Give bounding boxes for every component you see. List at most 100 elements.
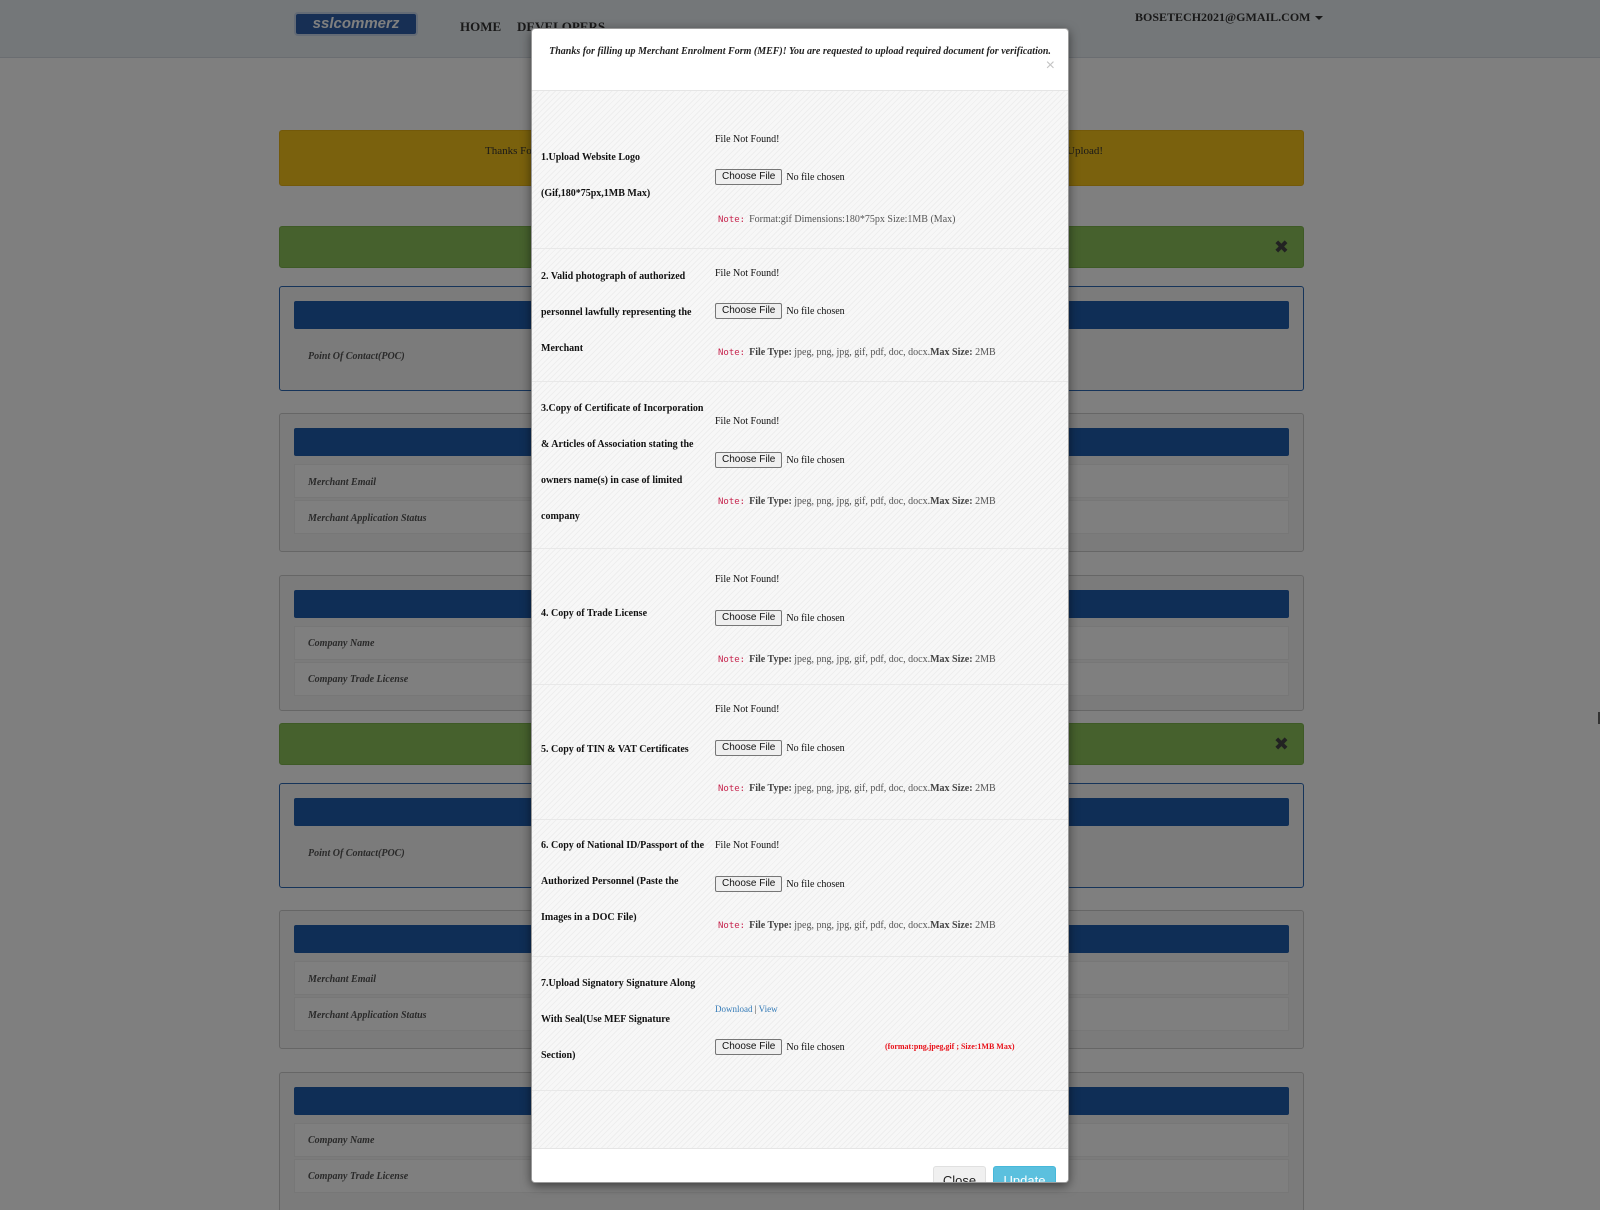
- max-size: 2MB: [975, 920, 996, 931]
- max-size-label: Max Size:: [930, 654, 973, 665]
- label-line: 1.Upload Website Logo: [541, 152, 640, 163]
- document-label: 3.Copy of Certificate of Incorporation &…: [541, 391, 711, 535]
- modal-footer: Close Update: [532, 1148, 1068, 1182]
- upload-row-incorporation-certificate: 3.Copy of Certificate of Incorporation &…: [532, 382, 1068, 549]
- label-line: 3.Copy of Certificate of Incorporation: [541, 403, 704, 414]
- file-note: Note: File Type: jpeg, png, jpg, gif, pdf…: [718, 347, 996, 358]
- file-input[interactable]: Choose File No file chosen: [715, 303, 845, 319]
- file-input[interactable]: Choose File No file chosen: [715, 169, 845, 185]
- file-status: File Not Found!: [715, 416, 780, 427]
- no-file-text: No file chosen: [786, 454, 845, 466]
- file-status: File Not Found!: [715, 134, 780, 145]
- document-label: 1.Upload Website Logo (Gif,180*75px,1MB …: [541, 140, 711, 212]
- label-line: 6. Copy of National ID/Passport of the: [541, 840, 705, 851]
- file-status: File Not Found!: [715, 268, 780, 279]
- label-line: company: [541, 511, 580, 522]
- file-type-label: File Type:: [749, 654, 792, 665]
- max-size: 2MB: [975, 654, 996, 665]
- document-label: 2. Valid photograph of authorized person…: [541, 259, 711, 367]
- file-type-label: File Type:: [749, 920, 792, 931]
- upload-row-authorized-photo: 2. Valid photograph of authorized person…: [532, 249, 1068, 382]
- choose-file-button[interactable]: Choose File: [715, 740, 783, 756]
- document-label: 6. Copy of National ID/Passport of the A…: [541, 828, 711, 936]
- file-input[interactable]: Choose File No file chosen: [715, 740, 845, 756]
- note-tag: Note:: [718, 348, 746, 358]
- file-status: File Not Found!: [715, 704, 780, 715]
- max-size: 2MB: [975, 783, 996, 794]
- download-link[interactable]: Download: [715, 1004, 753, 1014]
- upload-row-trade-license: 4. Copy of Trade License File Not Found!…: [532, 549, 1068, 685]
- note-tag: Note:: [718, 784, 746, 794]
- file-input[interactable]: Choose File No file chosen: [715, 1039, 845, 1055]
- file-input[interactable]: Choose File No file chosen: [715, 610, 845, 626]
- modal-body[interactable]: 1.Upload Website Logo (Gif,180*75px,1MB …: [532, 90, 1068, 1148]
- file-note: Note: File Type: jpeg, png, jpg, gif, pdf…: [718, 783, 996, 794]
- file-status: File Not Found!: [715, 574, 780, 585]
- file-type-label: File Type:: [749, 496, 792, 507]
- document-label: 4. Copy of Trade License: [541, 596, 711, 632]
- upload-row-tin-vat: 5. Copy of TIN & VAT Certificates File N…: [532, 685, 1068, 820]
- choose-file-button[interactable]: Choose File: [715, 1039, 783, 1055]
- file-types: jpeg, png, jpg, gif, pdf, doc, docx.: [794, 783, 931, 794]
- file-note: Note: File Type: jpeg, png, jpg, gif, pdf…: [718, 496, 996, 507]
- label-line: & Articles of Association stating the: [541, 439, 694, 450]
- upload-row-national-id: 6. Copy of National ID/Passport of the A…: [532, 820, 1068, 957]
- modal-header: Thanks for filling up Merchant Enrolment…: [532, 29, 1068, 90]
- note-tag: Note:: [718, 655, 746, 665]
- file-types: jpeg, png, jpg, gif, pdf, doc, docx.: [794, 496, 931, 507]
- label-line: 5. Copy of TIN & VAT Certificates: [541, 744, 689, 755]
- modal-title: Thanks for filling up Merchant Enrolment…: [549, 46, 1051, 57]
- max-size-label: Max Size:: [930, 496, 973, 507]
- close-icon[interactable]: ×: [1046, 57, 1055, 75]
- choose-file-button[interactable]: Choose File: [715, 169, 783, 185]
- file-note: Note: Format:gif Dimensions:180*75px Size…: [718, 214, 955, 225]
- choose-file-button[interactable]: Choose File: [715, 452, 783, 468]
- file-input[interactable]: Choose File No file chosen: [715, 452, 845, 468]
- file-note: Note: File Type: jpeg, png, jpg, gif, pdf…: [718, 920, 996, 931]
- max-size-label: Max Size:: [930, 783, 973, 794]
- label-line: 7.Upload Signatory Signature Along: [541, 978, 696, 989]
- no-file-text: No file chosen: [786, 742, 845, 754]
- note-tag: Note:: [718, 497, 746, 507]
- note-text: Format:gif Dimensions:180*75px Size:1MB …: [749, 214, 956, 225]
- no-file-text: No file chosen: [786, 305, 845, 317]
- note-tag: Note:: [718, 215, 746, 225]
- document-label: 7.Upload Signatory Signature Along With …: [541, 966, 711, 1074]
- label-line: 4. Copy of Trade License: [541, 608, 648, 619]
- label-line: owners name(s) in case of limited: [541, 475, 683, 486]
- file-status: File Not Found!: [715, 840, 780, 851]
- max-size-label: Max Size:: [930, 347, 973, 358]
- choose-file-button[interactable]: Choose File: [715, 303, 783, 319]
- max-size: 2MB: [975, 347, 996, 358]
- choose-file-button[interactable]: Choose File: [715, 610, 783, 626]
- no-file-text: No file chosen: [786, 878, 845, 890]
- file-input[interactable]: Choose File No file chosen: [715, 876, 845, 892]
- close-button[interactable]: Close: [933, 1166, 986, 1182]
- max-size-label: Max Size:: [930, 920, 973, 931]
- max-size: 2MB: [975, 496, 996, 507]
- file-types: jpeg, png, jpg, gif, pdf, doc, docx.: [794, 347, 931, 358]
- label-line: Images in a DOC File): [541, 912, 637, 923]
- document-upload-modal: Thanks for filling up Merchant Enrolment…: [531, 28, 1069, 1183]
- label-line: personnel lawfully representing the: [541, 307, 692, 318]
- no-file-text: No file chosen: [786, 1041, 845, 1053]
- update-button[interactable]: Update: [993, 1166, 1056, 1182]
- upload-row-signatory-signature: 7.Upload Signatory Signature Along With …: [532, 957, 1068, 1091]
- label-line: Section): [541, 1050, 576, 1061]
- upload-row-website-logo: 1.Upload Website Logo (Gif,180*75px,1MB …: [532, 91, 1068, 249]
- no-file-text: No file chosen: [786, 171, 845, 183]
- view-link[interactable]: View: [759, 1004, 778, 1014]
- choose-file-button[interactable]: Choose File: [715, 876, 783, 892]
- document-label: 5. Copy of TIN & VAT Certificates: [541, 732, 711, 768]
- signature-links: Download | View: [715, 1004, 778, 1014]
- label-line: 2. Valid photograph of authorized: [541, 271, 686, 282]
- file-note: Note: File Type: jpeg, png, jpg, gif, pdf…: [718, 654, 996, 665]
- file-types: jpeg, png, jpg, gif, pdf, doc, docx.: [794, 920, 931, 931]
- label-line: (Gif,180*75px,1MB Max): [541, 188, 651, 199]
- label-line: Merchant: [541, 343, 584, 354]
- no-file-text: No file chosen: [786, 612, 845, 624]
- label-line: With Seal(Use MEF Signature: [541, 1014, 670, 1025]
- label-line: Authorized Personnel (Paste the: [541, 876, 679, 887]
- file-types: jpeg, png, jpg, gif, pdf, doc, docx.: [794, 654, 931, 665]
- file-type-label: File Type:: [749, 783, 792, 794]
